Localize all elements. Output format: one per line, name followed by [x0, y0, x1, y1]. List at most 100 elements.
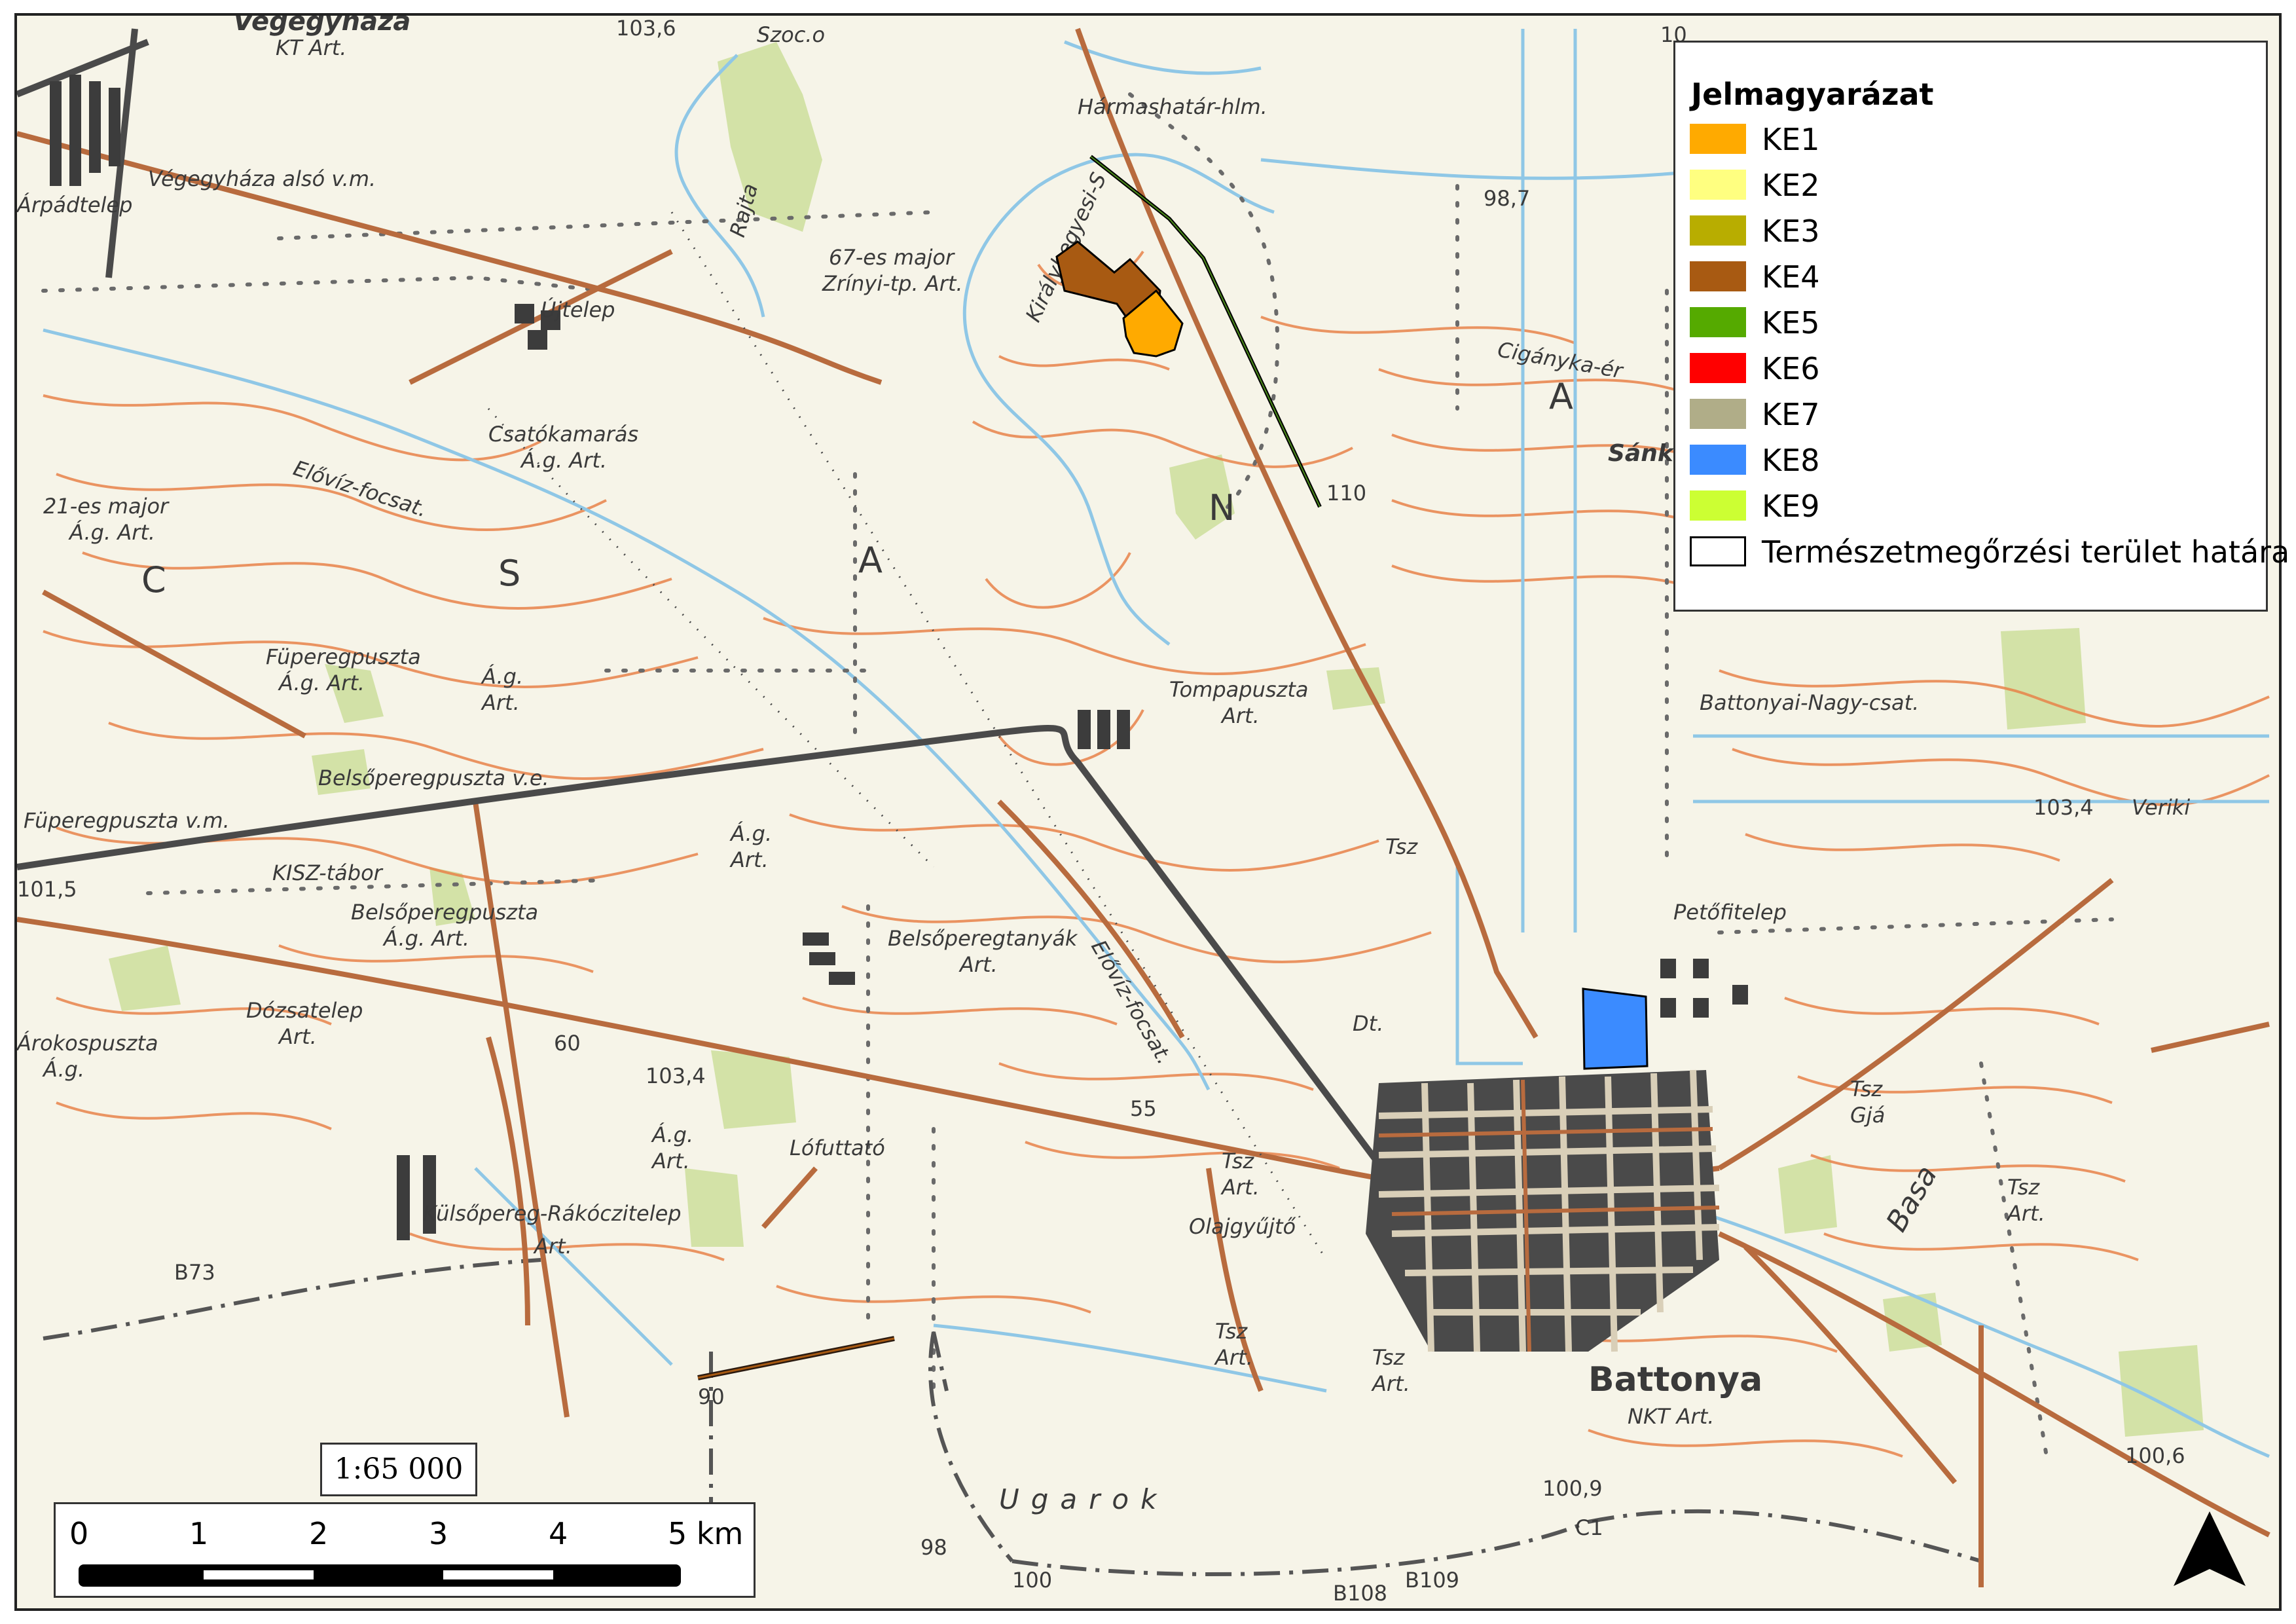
map-label: C	[141, 559, 166, 600]
legend: Jelmagyarázat KE1 KE2 KE3 KE4 KE5 KE6 KE7 KE8 KE…	[1673, 41, 2289, 612]
map-label: 100,6	[2125, 1443, 2185, 1468]
map-label: Tompapuszta	[1169, 677, 1308, 702]
map-label: 100,9	[1542, 1476, 1603, 1501]
legend-label: KE4	[1762, 259, 1820, 295]
scale-tick-label: 3	[429, 1516, 448, 1551]
map-label: Art.	[481, 690, 520, 715]
legend-swatch	[1690, 490, 1746, 521]
map-label: Veriki	[2132, 795, 2190, 820]
map-label: 98	[920, 1535, 947, 1560]
map-label: Á.g.	[651, 1122, 693, 1147]
map-label: Külsőpereg-Rákóczitelep	[423, 1201, 682, 1226]
scale-bar-segment	[443, 1570, 553, 1579]
map-label: 98,7	[1484, 186, 1530, 211]
scale-ratio: 1:65 000	[320, 1443, 477, 1496]
map-label: Art.	[278, 1024, 317, 1049]
map-label: Dt.	[1353, 1011, 1383, 1036]
map-label: Art.	[2006, 1201, 2045, 1226]
map-label: Dózsatelep	[246, 998, 363, 1023]
map-label: Á.g.	[42, 1057, 84, 1082]
map-label: Ugarok	[999, 1483, 1168, 1515]
map-label: Árpádtelep	[17, 193, 132, 217]
map-label: Tsz	[2007, 1175, 2040, 1200]
map-label: KT Art.	[276, 35, 346, 60]
map-label: S	[498, 553, 520, 594]
legend-label: KE9	[1762, 489, 1820, 524]
map-label: Art.	[1220, 703, 1260, 728]
map-label: Petőfitelep	[1673, 900, 1787, 925]
map-label: 101,5	[17, 877, 77, 902]
map-label: N	[1209, 487, 1235, 528]
legend-label: KE7	[1762, 397, 1820, 432]
legend-label: KE8	[1762, 443, 1820, 478]
map-label: Á.g. Art.	[382, 926, 469, 951]
map-label: Art.	[651, 1149, 690, 1173]
map-label: Végegyháza alsó v.m.	[148, 166, 376, 191]
map-label: NKT Art.	[1628, 1404, 1714, 1429]
map-label: 103,6	[616, 16, 676, 41]
map-label: Art.	[958, 952, 998, 977]
map-label: Tsz	[1372, 1345, 1405, 1370]
map-label: 90	[698, 1384, 725, 1409]
map-label: Á.g. Art.	[520, 448, 607, 473]
map-label: Art.	[1371, 1371, 1410, 1396]
map-label: Zrínyi-tp. Art.	[822, 271, 963, 296]
map-label: Art.	[1214, 1345, 1253, 1370]
legend-swatch	[1690, 170, 1746, 200]
map-label: 55	[1130, 1096, 1157, 1121]
protected-area-ke8	[1582, 987, 1649, 1070]
legend-swatch	[1690, 399, 1746, 429]
legend-swatch	[1690, 353, 1746, 383]
legend-label: Természetmegőrzési terület határa	[1762, 534, 2290, 570]
map-label: Tsz	[1222, 1149, 1254, 1173]
legend-swatch	[1690, 536, 1746, 566]
map-label: Tsz	[1215, 1319, 1248, 1344]
map-label: B109	[1405, 1568, 1459, 1593]
map-label: A	[858, 540, 883, 581]
map-label: Belsőperegtanyák	[888, 926, 1078, 951]
scale-tick-label: 5 km	[668, 1516, 744, 1551]
scale-bar: 0 1 2 3 4 5 km	[54, 1502, 756, 1598]
legend-swatch	[1690, 124, 1746, 154]
map-label: B73	[174, 1260, 215, 1285]
scale-tick-label: 4	[549, 1516, 568, 1551]
map-label: 103,4	[2033, 795, 2094, 820]
map-label: Olajgyűjtő	[1189, 1214, 1296, 1239]
map-label: Art.	[729, 847, 769, 872]
map-label: 103,4	[646, 1063, 706, 1088]
north-arrow-icon	[2174, 1511, 2246, 1586]
map-label: Tsz	[1850, 1077, 1883, 1101]
map-label: Füperegpuszta	[266, 644, 421, 669]
scale-bar-segment	[204, 1570, 314, 1579]
map-label: 21-es major	[43, 494, 170, 519]
legend-label: KE3	[1762, 213, 1820, 249]
map-label: Belsőperegpuszta v.e.	[318, 766, 549, 790]
map-label: Gjá	[1850, 1103, 1885, 1128]
map-label: 110	[1326, 481, 1366, 506]
map-label: Végegyháza	[233, 16, 410, 37]
legend-swatch	[1690, 445, 1746, 475]
map-label: Hármashatár-hlm.	[1078, 94, 1267, 119]
map-label: Füperegpuszta v.m.	[24, 808, 230, 833]
map-label: 67-es major	[829, 245, 955, 270]
map-label: B108	[1333, 1581, 1387, 1606]
map-label: Á.g. Art.	[278, 671, 365, 695]
legend-title: Jelmagyarázat	[1691, 77, 1934, 112]
map-label: Á.g.	[481, 664, 523, 689]
map-label: Art.	[533, 1234, 572, 1259]
map-label: Újtelep	[541, 297, 615, 322]
map-label: C1	[1575, 1515, 1603, 1540]
legend-swatch	[1690, 261, 1746, 291]
legend-swatch	[1690, 215, 1746, 246]
legend-label: KE5	[1762, 305, 1820, 341]
map-label: Árokospuszta	[17, 1031, 158, 1056]
legend-label: KE1	[1762, 122, 1820, 157]
legend-swatch	[1690, 307, 1746, 337]
map-label: Art.	[1220, 1175, 1260, 1200]
map-label: Battonya	[1588, 1360, 1762, 1399]
map-label: KISZ-tábor	[272, 860, 384, 885]
legend-label: KE2	[1762, 168, 1820, 203]
legend-label: KE6	[1762, 351, 1820, 386]
scale-tick-label: 1	[189, 1516, 209, 1551]
map-label: Szoc.o	[757, 22, 825, 47]
